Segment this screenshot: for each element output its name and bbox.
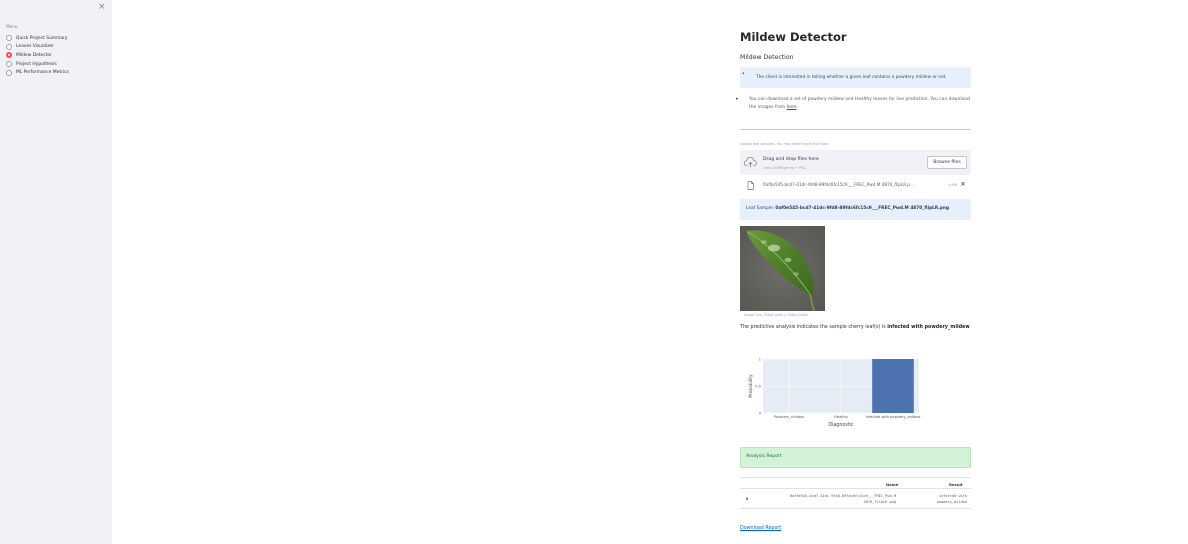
leaf-sample-text: Leaf Sample: 0af0e545-bcd7-41dc-9fd8-89f… xyxy=(746,206,949,211)
radio-empty-icon[interactable] xyxy=(6,61,12,68)
info-text: The client is interested in telling whet… xyxy=(756,75,947,80)
browse-files-button[interactable]: Browse files xyxy=(927,156,967,169)
menu-title: Menu xyxy=(6,24,18,29)
image-caption: Image Size: 256px width x 256px height xyxy=(744,313,809,317)
chart-y-tick: 0.5 xyxy=(755,384,761,388)
menu-item-label: Quick Project Summary xyxy=(16,35,68,41)
dropzone-title: Drag and drop files here xyxy=(763,157,819,162)
download-report-link[interactable]: Download Report xyxy=(740,526,781,531)
report-table: Name Result 0 0af0e545-bcd7-41dc-9fd8-89… xyxy=(740,477,971,509)
download-images-link[interactable]: here xyxy=(787,105,797,110)
chart-bar xyxy=(872,359,914,413)
subheader: Mildew Detection xyxy=(740,54,794,61)
column-header-name: Name xyxy=(886,482,899,487)
page-title: Mildew Detector xyxy=(740,30,847,44)
menu-item-3[interactable]: Project Hypothesis xyxy=(6,60,69,69)
uploader-label: Upload leaf samples. You may select more… xyxy=(740,142,830,146)
close-icon[interactable]: × xyxy=(98,2,106,12)
divider xyxy=(740,129,971,130)
chart-y-label: Probability xyxy=(748,374,754,398)
column-header-result: Result xyxy=(949,482,963,487)
chart-x-tick: infected with powdery_mildew xyxy=(866,415,921,419)
prediction-result: infected with powdery_mildew xyxy=(887,325,970,330)
row-name: 0af0e545-bcd7-41dc-9fd8-89fdc6fc15c9___F… xyxy=(790,493,896,505)
table-header: Name Result xyxy=(740,477,971,489)
chart-y-tick: 0 xyxy=(759,411,762,415)
menu-item-2[interactable]: Mildew Detector xyxy=(6,51,69,60)
success-text: Analysis Report xyxy=(746,454,782,459)
download-note: You can download a set of powdery mildew… xyxy=(749,97,970,110)
prediction-prefix: The predictive analysis indicates the sa… xyxy=(740,325,886,330)
prediction-text: The predictive analysis indicates the sa… xyxy=(740,325,970,330)
close-icon[interactable]: × xyxy=(960,180,966,188)
download-note-text: You can download a set of powdery mildew… xyxy=(749,97,970,110)
radio-selected-icon[interactable] xyxy=(6,52,12,59)
leaf-image xyxy=(740,226,825,311)
menu-item-label: Mildew Detector xyxy=(16,52,52,58)
sidebar: × Menu Quick Project Summary Leaves Visua… xyxy=(0,0,112,544)
uploaded-file-name: 0af0e545-bcd7-41dc-9fd8-89fdc6fc15c9___F… xyxy=(763,182,914,187)
cloud-upload-icon xyxy=(744,157,757,168)
chart-y-tick: 1 xyxy=(759,357,761,361)
row-index: 0 xyxy=(746,497,749,501)
leaf-sample-name: 0af0e545-bcd7-41dc-9fd8-89fdc6fc15c9___F… xyxy=(775,206,950,211)
info-bullet: • xyxy=(742,71,745,77)
list-bullet: • xyxy=(735,96,739,103)
probability-chart: 0 0.5 1 Powdery_mildew Healthy infected with … xyxy=(748,357,921,428)
file-icon xyxy=(747,181,754,190)
row-name-line2: 4870_flipLR.png xyxy=(863,500,896,504)
menu-item-1[interactable]: Leaves Visualizer xyxy=(6,43,69,52)
chart-x-tick: Powdery_mildew xyxy=(774,415,804,419)
chart-x-label: Diagnostic xyxy=(828,422,854,428)
uploaded-file-size: 4.9KB xyxy=(948,183,958,187)
radio-empty-icon[interactable] xyxy=(6,35,12,42)
menu-item-label: ML Performance Metrics xyxy=(16,70,69,76)
table-row: 0 0af0e545-bcd7-41dc-9fd8-89fdc6fc15c9__… xyxy=(740,489,971,509)
row-result: infected with powdery_mildew xyxy=(937,493,967,505)
menu-item-4[interactable]: ML Performance Metrics xyxy=(6,68,69,77)
menu-item-0[interactable]: Quick Project Summary xyxy=(6,34,69,43)
menu-item-label: Project Hypothesis xyxy=(16,61,57,67)
chart-x-tick: Healthy xyxy=(834,415,849,419)
leaf-sample-prefix: Leaf Sample: xyxy=(746,206,775,211)
menu-item-label: Leaves Visualizer xyxy=(16,44,54,50)
radio-empty-icon[interactable] xyxy=(6,69,12,76)
row-result-line2: powdery_mildew xyxy=(936,500,967,504)
menu-radio-group: Quick Project Summary Leaves Visualizer Mi… xyxy=(6,34,69,77)
radio-empty-icon[interactable] xyxy=(6,43,12,50)
dropzone-limit: Limit 200MB per file • PNG xyxy=(763,166,806,170)
